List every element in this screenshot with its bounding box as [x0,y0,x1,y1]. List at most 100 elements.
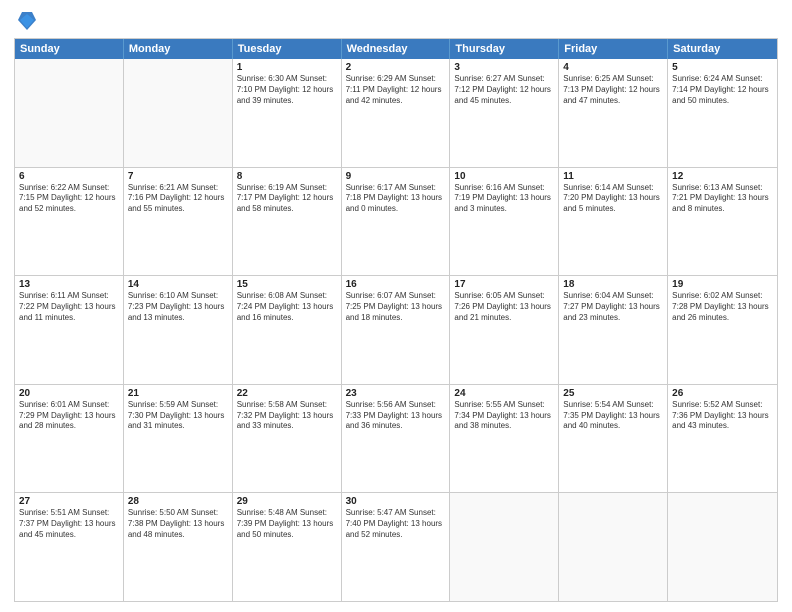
cal-row-2: 13Sunrise: 6:11 AM Sunset: 7:22 PM Dayli… [15,275,777,384]
cell-info: Sunrise: 6:13 AM Sunset: 7:21 PM Dayligh… [672,183,773,215]
day-number: 10 [454,171,554,182]
cal-cell-10: 10Sunrise: 6:16 AM Sunset: 7:19 PM Dayli… [450,168,559,276]
cell-info: Sunrise: 5:55 AM Sunset: 7:34 PM Dayligh… [454,400,554,432]
header-day-sunday: Sunday [15,39,124,59]
cal-cell-15: 15Sunrise: 6:08 AM Sunset: 7:24 PM Dayli… [233,276,342,384]
logo [14,10,36,32]
day-number: 3 [454,62,554,73]
cell-info: Sunrise: 6:22 AM Sunset: 7:15 PM Dayligh… [19,183,119,215]
cal-cell-22: 22Sunrise: 5:58 AM Sunset: 7:32 PM Dayli… [233,385,342,493]
cell-info: Sunrise: 6:30 AM Sunset: 7:10 PM Dayligh… [237,74,337,106]
cell-info: Sunrise: 6:24 AM Sunset: 7:14 PM Dayligh… [672,74,773,106]
cal-cell-13: 13Sunrise: 6:11 AM Sunset: 7:22 PM Dayli… [15,276,124,384]
cal-row-4: 27Sunrise: 5:51 AM Sunset: 7:37 PM Dayli… [15,492,777,601]
day-number: 27 [19,496,119,507]
cell-info: Sunrise: 5:50 AM Sunset: 7:38 PM Dayligh… [128,508,228,540]
header-day-saturday: Saturday [668,39,777,59]
cell-info: Sunrise: 5:59 AM Sunset: 7:30 PM Dayligh… [128,400,228,432]
cell-info: Sunrise: 6:07 AM Sunset: 7:25 PM Dayligh… [346,291,446,323]
cal-cell-empty [450,493,559,601]
calendar-header: SundayMondayTuesdayWednesdayThursdayFrid… [15,39,777,59]
cal-cell-empty [668,493,777,601]
cal-row-3: 20Sunrise: 6:01 AM Sunset: 7:29 PM Dayli… [15,384,777,493]
cal-cell-27: 27Sunrise: 5:51 AM Sunset: 7:37 PM Dayli… [15,493,124,601]
cell-info: Sunrise: 6:16 AM Sunset: 7:19 PM Dayligh… [454,183,554,215]
day-number: 7 [128,171,228,182]
day-number: 8 [237,171,337,182]
day-number: 26 [672,388,773,399]
cell-info: Sunrise: 6:17 AM Sunset: 7:18 PM Dayligh… [346,183,446,215]
cal-cell-1: 1Sunrise: 6:30 AM Sunset: 7:10 PM Daylig… [233,59,342,167]
day-number: 14 [128,279,228,290]
cell-info: Sunrise: 6:27 AM Sunset: 7:12 PM Dayligh… [454,74,554,106]
day-number: 12 [672,171,773,182]
day-number: 22 [237,388,337,399]
cell-info: Sunrise: 6:21 AM Sunset: 7:16 PM Dayligh… [128,183,228,215]
day-number: 21 [128,388,228,399]
cal-cell-24: 24Sunrise: 5:55 AM Sunset: 7:34 PM Dayli… [450,385,559,493]
cal-cell-empty [124,59,233,167]
cal-cell-16: 16Sunrise: 6:07 AM Sunset: 7:25 PM Dayli… [342,276,451,384]
cal-cell-4: 4Sunrise: 6:25 AM Sunset: 7:13 PM Daylig… [559,59,668,167]
cal-cell-20: 20Sunrise: 6:01 AM Sunset: 7:29 PM Dayli… [15,385,124,493]
cal-cell-empty [15,59,124,167]
cal-cell-9: 9Sunrise: 6:17 AM Sunset: 7:18 PM Daylig… [342,168,451,276]
cell-info: Sunrise: 6:05 AM Sunset: 7:26 PM Dayligh… [454,291,554,323]
day-number: 23 [346,388,446,399]
cell-info: Sunrise: 6:01 AM Sunset: 7:29 PM Dayligh… [19,400,119,432]
cal-cell-empty [559,493,668,601]
cal-cell-11: 11Sunrise: 6:14 AM Sunset: 7:20 PM Dayli… [559,168,668,276]
day-number: 11 [563,171,663,182]
day-number: 17 [454,279,554,290]
logo-icon [18,10,36,32]
cell-info: Sunrise: 6:25 AM Sunset: 7:13 PM Dayligh… [563,74,663,106]
cell-info: Sunrise: 6:04 AM Sunset: 7:27 PM Dayligh… [563,291,663,323]
cell-info: Sunrise: 6:11 AM Sunset: 7:22 PM Dayligh… [19,291,119,323]
cal-cell-6: 6Sunrise: 6:22 AM Sunset: 7:15 PM Daylig… [15,168,124,276]
cell-info: Sunrise: 5:52 AM Sunset: 7:36 PM Dayligh… [672,400,773,432]
cell-info: Sunrise: 5:47 AM Sunset: 7:40 PM Dayligh… [346,508,446,540]
page: SundayMondayTuesdayWednesdayThursdayFrid… [0,0,792,612]
cal-cell-17: 17Sunrise: 6:05 AM Sunset: 7:26 PM Dayli… [450,276,559,384]
cell-info: Sunrise: 6:29 AM Sunset: 7:11 PM Dayligh… [346,74,446,106]
day-number: 19 [672,279,773,290]
day-number: 24 [454,388,554,399]
header-day-tuesday: Tuesday [233,39,342,59]
cal-cell-30: 30Sunrise: 5:47 AM Sunset: 7:40 PM Dayli… [342,493,451,601]
cal-cell-18: 18Sunrise: 6:04 AM Sunset: 7:27 PM Dayli… [559,276,668,384]
cal-cell-28: 28Sunrise: 5:50 AM Sunset: 7:38 PM Dayli… [124,493,233,601]
day-number: 18 [563,279,663,290]
cal-row-1: 6Sunrise: 6:22 AM Sunset: 7:15 PM Daylig… [15,167,777,276]
cell-info: Sunrise: 5:48 AM Sunset: 7:39 PM Dayligh… [237,508,337,540]
cal-cell-12: 12Sunrise: 6:13 AM Sunset: 7:21 PM Dayli… [668,168,777,276]
cal-cell-19: 19Sunrise: 6:02 AM Sunset: 7:28 PM Dayli… [668,276,777,384]
cell-info: Sunrise: 6:14 AM Sunset: 7:20 PM Dayligh… [563,183,663,215]
cal-cell-2: 2Sunrise: 6:29 AM Sunset: 7:11 PM Daylig… [342,59,451,167]
day-number: 25 [563,388,663,399]
calendar-body: 1Sunrise: 6:30 AM Sunset: 7:10 PM Daylig… [15,59,777,601]
day-number: 9 [346,171,446,182]
cal-cell-23: 23Sunrise: 5:56 AM Sunset: 7:33 PM Dayli… [342,385,451,493]
calendar: SundayMondayTuesdayWednesdayThursdayFrid… [14,38,778,602]
cell-info: Sunrise: 5:56 AM Sunset: 7:33 PM Dayligh… [346,400,446,432]
day-number: 30 [346,496,446,507]
header-day-wednesday: Wednesday [342,39,451,59]
cal-cell-8: 8Sunrise: 6:19 AM Sunset: 7:17 PM Daylig… [233,168,342,276]
header-day-friday: Friday [559,39,668,59]
header-day-thursday: Thursday [450,39,559,59]
cell-info: Sunrise: 5:54 AM Sunset: 7:35 PM Dayligh… [563,400,663,432]
cal-row-0: 1Sunrise: 6:30 AM Sunset: 7:10 PM Daylig… [15,59,777,167]
cal-cell-26: 26Sunrise: 5:52 AM Sunset: 7:36 PM Dayli… [668,385,777,493]
day-number: 29 [237,496,337,507]
day-number: 13 [19,279,119,290]
cal-cell-29: 29Sunrise: 5:48 AM Sunset: 7:39 PM Dayli… [233,493,342,601]
day-number: 6 [19,171,119,182]
day-number: 28 [128,496,228,507]
header [14,10,778,32]
cell-info: Sunrise: 6:08 AM Sunset: 7:24 PM Dayligh… [237,291,337,323]
day-number: 5 [672,62,773,73]
cal-cell-3: 3Sunrise: 6:27 AM Sunset: 7:12 PM Daylig… [450,59,559,167]
cell-info: Sunrise: 6:19 AM Sunset: 7:17 PM Dayligh… [237,183,337,215]
cell-info: Sunrise: 5:58 AM Sunset: 7:32 PM Dayligh… [237,400,337,432]
day-number: 20 [19,388,119,399]
